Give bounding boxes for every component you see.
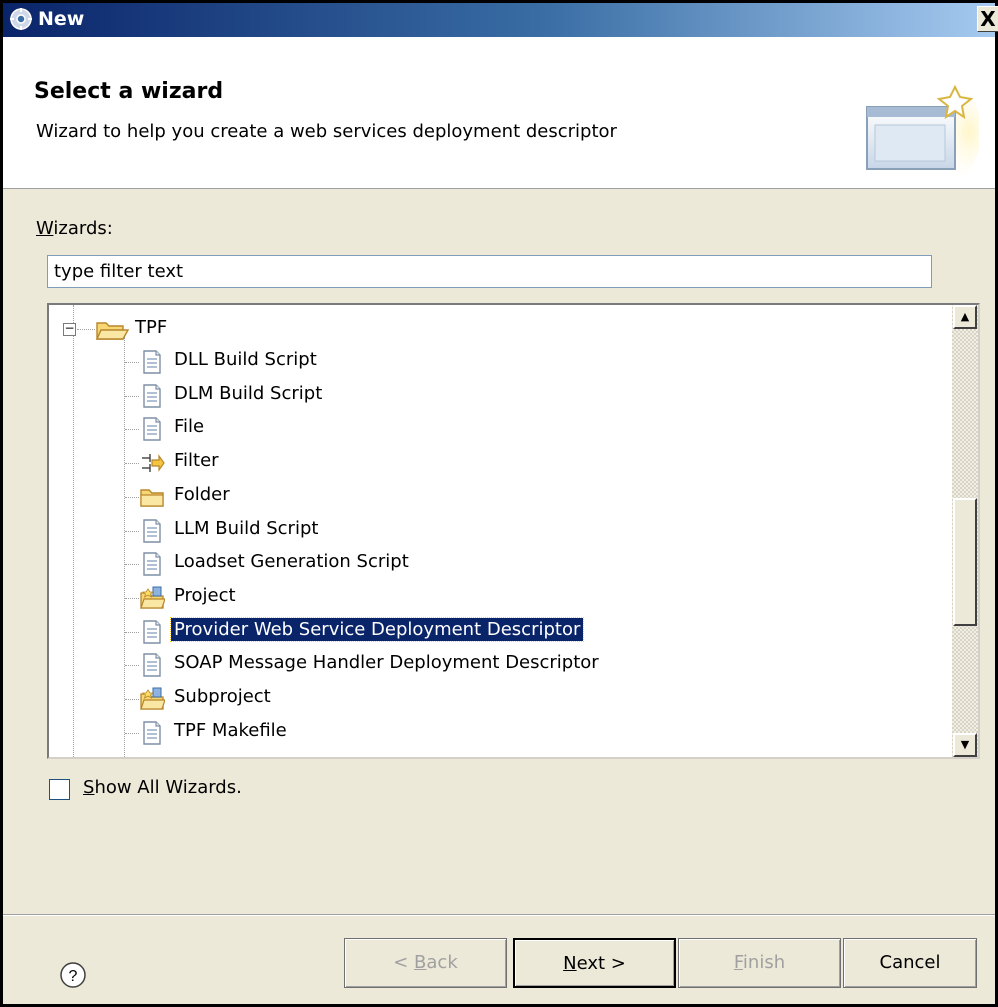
tree-guide-line [125, 429, 139, 431]
tree-item[interactable]: SOAP Message Handler Deployment Descript… [125, 650, 929, 680]
gear-icon [10, 8, 32, 30]
finish-button[interactable]: Finish [678, 938, 841, 988]
tree-guide-line [125, 530, 139, 532]
file-icon [143, 417, 161, 442]
wizard-tree[interactable]: − TPF DLL Build Script DLM Build Script Fi… [47, 303, 980, 759]
filter-input[interactable] [47, 255, 932, 288]
cancel-text: Cancel [879, 952, 941, 973]
title-bar: New X [3, 3, 998, 37]
show-all-label[interactable]: Show All Wizards. [83, 777, 242, 798]
file-icon [143, 383, 161, 408]
tree-guide-line [73, 305, 74, 757]
tree-item-label: DLL Build Script [174, 349, 317, 370]
help-icon: ? [69, 968, 78, 985]
scroll-up-button[interactable]: ▲ [953, 305, 977, 329]
tree-guide-line [125, 665, 139, 667]
tree-item[interactable]: Loadset Generation Script [125, 549, 929, 579]
wizards-label-text: izards: [53, 218, 113, 239]
tree-item[interactable]: TPF Makefile [125, 718, 929, 748]
tree-guide-line [125, 463, 139, 465]
next-accel: N [563, 953, 577, 974]
tree-item-label: Project [174, 584, 236, 606]
next-text: ext > [576, 953, 626, 974]
file-icon [143, 518, 161, 543]
project-icon [140, 687, 165, 710]
tree-item-label: Filter [174, 450, 219, 472]
tree-item-label: LLM Build Script [174, 517, 319, 539]
collapse-icon[interactable]: − [63, 322, 76, 336]
tree-item-label: File [174, 416, 205, 438]
tree-guide-line [125, 564, 139, 566]
tree-item-label: SOAP Message Handler Deployment Descript… [174, 652, 599, 674]
file-icon [143, 552, 161, 576]
tree-guide-line [125, 395, 139, 397]
tree-item-label: DLM Build Script [174, 382, 323, 404]
show-all-checkbox[interactable] [49, 779, 70, 800]
tree-item-label: Folder [174, 483, 230, 505]
file-icon [143, 720, 161, 745]
tree-guide-line [125, 631, 139, 633]
page-title: Select a wizard [34, 79, 224, 104]
tree-item-label: TPF Makefile [174, 719, 287, 741]
help-button[interactable]: ? [59, 961, 87, 989]
project-icon [140, 586, 165, 609]
tree-item-label: Subproject [174, 686, 271, 707]
tree-item[interactable]: File [125, 414, 929, 444]
finish-text: inish [742, 952, 786, 973]
tree-node-label: TPF [135, 317, 168, 338]
scroll-down-button[interactable]: ▼ [953, 733, 977, 757]
tree-item[interactable]: Folder [125, 482, 929, 512]
finish-accel: F [733, 952, 743, 973]
tree-guide-line [125, 496, 139, 498]
tree-guide-line [125, 699, 139, 700]
tree-item[interactable]: Filter [125, 448, 929, 478]
show-all-accel: S [83, 777, 95, 798]
back-prefix: < [393, 952, 415, 973]
tree-item[interactable]: Subproject [125, 684, 929, 714]
file-icon [143, 619, 161, 644]
next-button[interactable]: Next > [513, 938, 676, 988]
vertical-scrollbar[interactable]: ▲ ▼ [952, 305, 978, 757]
back-text: ack [426, 952, 458, 973]
file-icon [143, 653, 161, 677]
wizards-label-accel: W [36, 218, 54, 239]
wizards-label: Wizards: [36, 218, 113, 239]
close-icon: X [980, 7, 996, 31]
page-description: Wizard to help you create a web services… [36, 121, 617, 142]
file-icon [143, 350, 161, 374]
wizard-banner-icon [866, 84, 979, 180]
tree-item-label: Loadset Generation Script [174, 551, 409, 573]
tree-guide-line [125, 362, 139, 363]
back-button[interactable]: < Back [344, 938, 507, 988]
new-wizard-dialog: New X Select a wizard Wizard to help you… [0, 0, 998, 1007]
open-folder-icon [95, 322, 129, 340]
tree-guide-line [124, 337, 125, 757]
tree-guide-line [77, 329, 95, 330]
back-accel: B [414, 952, 427, 973]
cancel-button[interactable]: Cancel [843, 938, 977, 988]
window-title: New [38, 8, 85, 30]
tree-item[interactable]: Project [125, 583, 929, 613]
show-all-text: how All Wizards. [94, 777, 242, 798]
tree-item-label: Provider Web Service Deployment Descript… [169, 616, 585, 642]
scrollbar-thumb[interactable] [953, 498, 977, 626]
tree-guide-line [125, 597, 139, 599]
tree-item[interactable]: Provider Web Service Deployment Descript… [125, 616, 929, 647]
folder-icon [140, 489, 164, 507]
tree-item[interactable]: DLM Build Script [125, 381, 929, 411]
button-bar-separator [3, 914, 995, 916]
filter-icon [142, 454, 165, 473]
tree-content: − TPF DLL Build Script DLM Build Script Fi… [49, 305, 952, 757]
wizard-header: Select a wizard Wizard to help you creat… [3, 37, 995, 189]
tree-item[interactable]: LLM Build Script [125, 516, 929, 546]
close-button[interactable]: X [977, 6, 998, 32]
tree-item[interactable]: DLL Build Script [125, 347, 929, 377]
tree-guide-line [125, 732, 139, 734]
